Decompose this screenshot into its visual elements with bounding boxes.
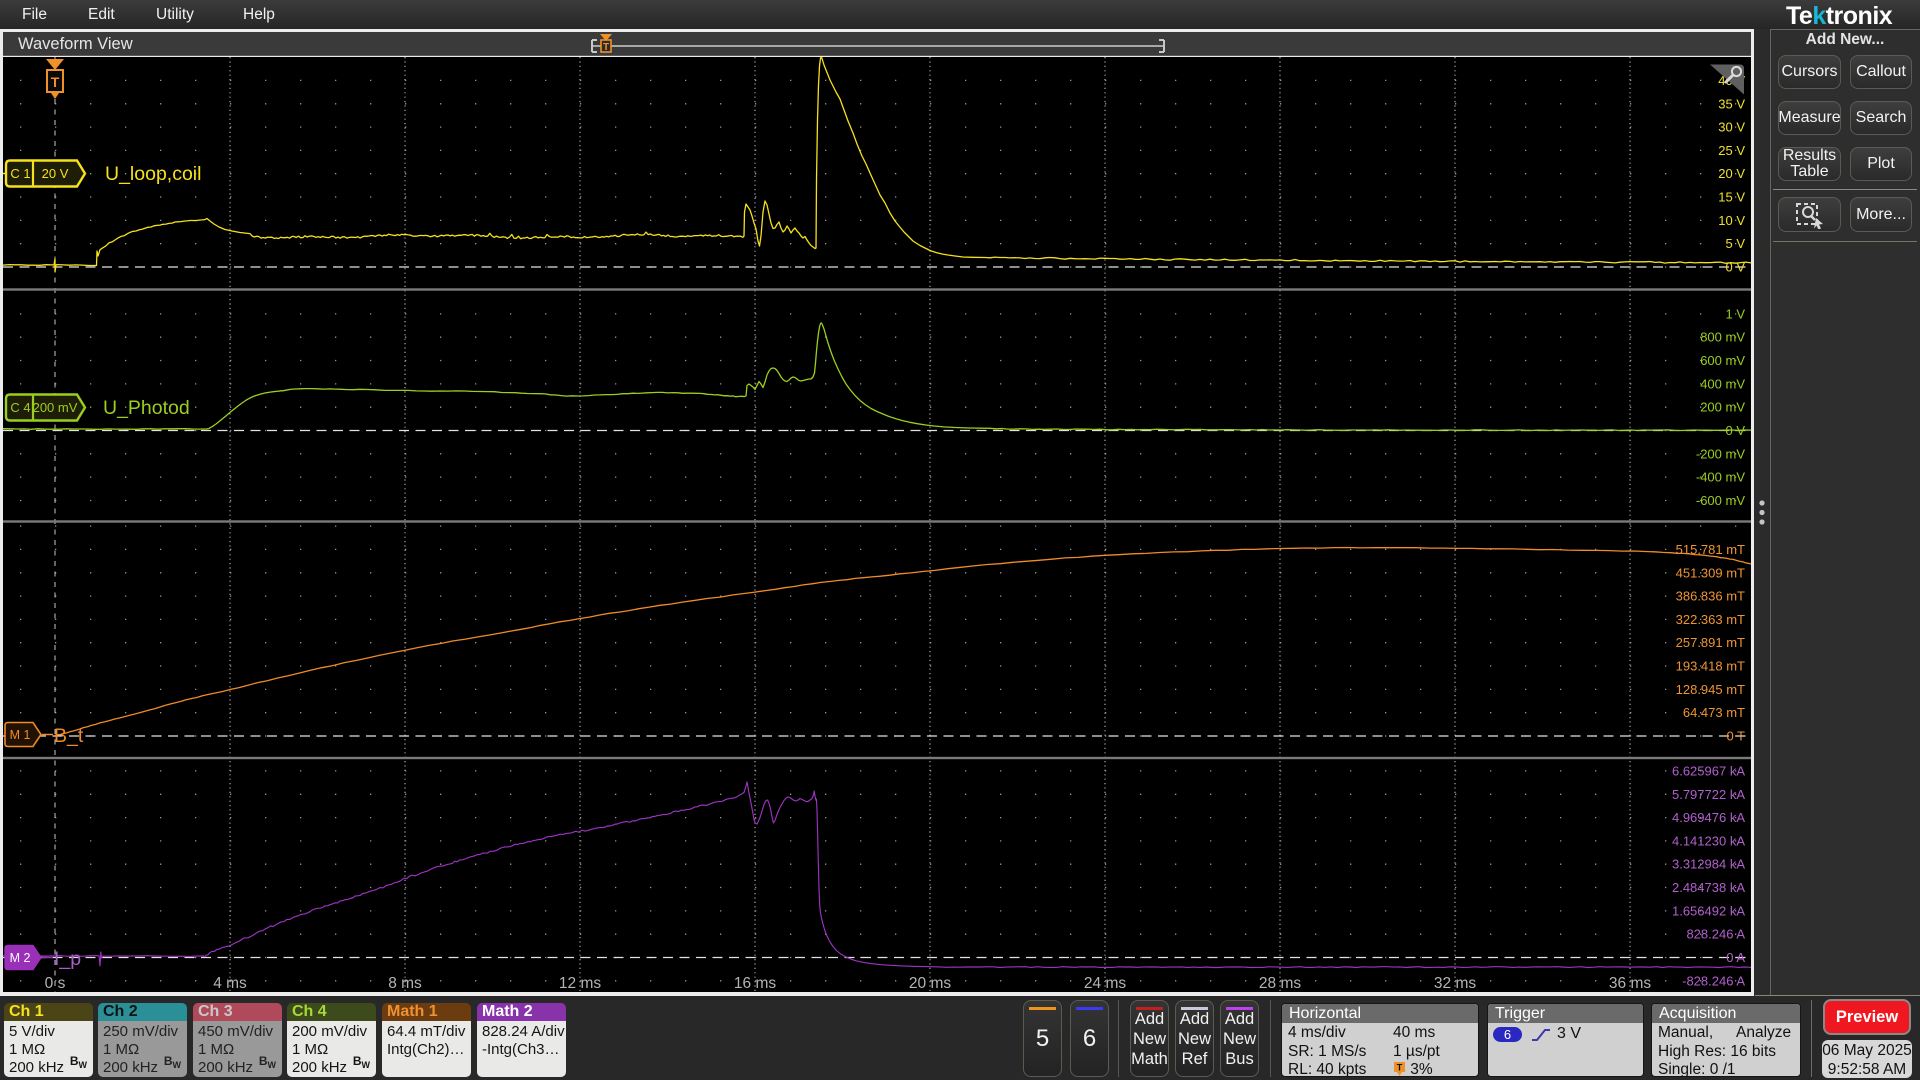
svg-text:1.656492 kA: 1.656492 kA [1672,903,1745,918]
svg-text:32 ms: 32 ms [1434,975,1476,992]
svg-text:T: T [1397,1063,1403,1073]
svg-text:64.473 mT: 64.473 mT [1683,705,1745,720]
svg-text:6.625967 kA: 6.625967 kA [1672,763,1745,778]
svg-text:25 V: 25 V [1718,143,1745,158]
svg-text:5 V: 5 V [1725,236,1745,251]
svg-text:12 ms: 12 ms [559,975,601,992]
svg-text:828.246 A: 828.246 A [1686,927,1745,942]
svg-text:0 V: 0 V [1725,423,1745,438]
svg-text:30 V: 30 V [1718,120,1745,135]
svg-text:128.945 mT: 128.945 mT [1676,682,1745,697]
svg-text:0 A: 0 A [1726,950,1745,965]
svg-text:4 ms: 4 ms [213,975,247,992]
svg-text:515.781 mT: 515.781 mT [1676,542,1745,557]
svg-text:0 s: 0 s [45,975,66,992]
svg-text:1 V: 1 V [1725,306,1745,321]
svg-text:16 ms: 16 ms [734,975,776,992]
svg-text:0 V: 0 V [1725,260,1745,275]
svg-text:-828.246 A: -828.246 A [1682,973,1745,988]
svg-text:U_Photod: U_Photod [103,397,190,419]
svg-text:451.309 mT: 451.309 mT [1676,565,1745,580]
svg-text:193.418 mT: 193.418 mT [1676,659,1745,674]
svg-text:T: T [51,74,60,90]
svg-text:20 ms: 20 ms [909,975,951,992]
svg-text:4.969476 kA: 4.969476 kA [1672,810,1745,825]
svg-text:10 V: 10 V [1718,213,1745,228]
svg-text:0 T: 0 T [1726,729,1745,744]
svg-text:3.312984 kA: 3.312984 kA [1672,857,1745,872]
svg-text:I_p: I_p [54,948,81,970]
svg-text:U_loop,coil: U_loop,coil [105,163,201,185]
svg-text:257.891 mT: 257.891 mT [1676,635,1745,650]
svg-text:C 1: C 1 [10,166,30,181]
svg-text:36 ms: 36 ms [1609,975,1651,992]
svg-text:28 ms: 28 ms [1259,975,1301,992]
svg-text:-600 mV: -600 mV [1696,493,1745,508]
svg-text:400 mV: 400 mV [1700,376,1745,391]
svg-text:322.363 mT: 322.363 mT [1676,612,1745,627]
svg-text:B_t: B_t [54,725,84,747]
svg-text:600 mV: 600 mV [1700,353,1745,368]
svg-text:15 V: 15 V [1718,190,1745,205]
svg-text:T: T [603,42,609,53]
svg-text:24 ms: 24 ms [1084,975,1126,992]
svg-text:4.141230 kA: 4.141230 kA [1672,833,1745,848]
svg-text:5.797722 kA: 5.797722 kA [1672,787,1745,802]
svg-text:8 ms: 8 ms [388,975,422,992]
svg-text:20 V: 20 V [42,166,69,181]
svg-text:35 V: 35 V [1718,96,1745,111]
svg-text:200 mV: 200 mV [33,400,78,415]
svg-text:M 2: M 2 [10,951,31,965]
svg-text:200 mV: 200 mV [1700,400,1745,415]
svg-text:20 V: 20 V [1718,166,1745,181]
svg-text:2.484738 kA: 2.484738 kA [1672,880,1745,895]
svg-text:C 4: C 4 [10,400,30,415]
svg-text:800 mV: 800 mV [1700,330,1745,345]
svg-text:-400 mV: -400 mV [1696,470,1745,485]
svg-text:386.836 mT: 386.836 mT [1676,589,1745,604]
svg-text:M 1: M 1 [10,728,31,742]
svg-text:-200 mV: -200 mV [1696,446,1745,461]
